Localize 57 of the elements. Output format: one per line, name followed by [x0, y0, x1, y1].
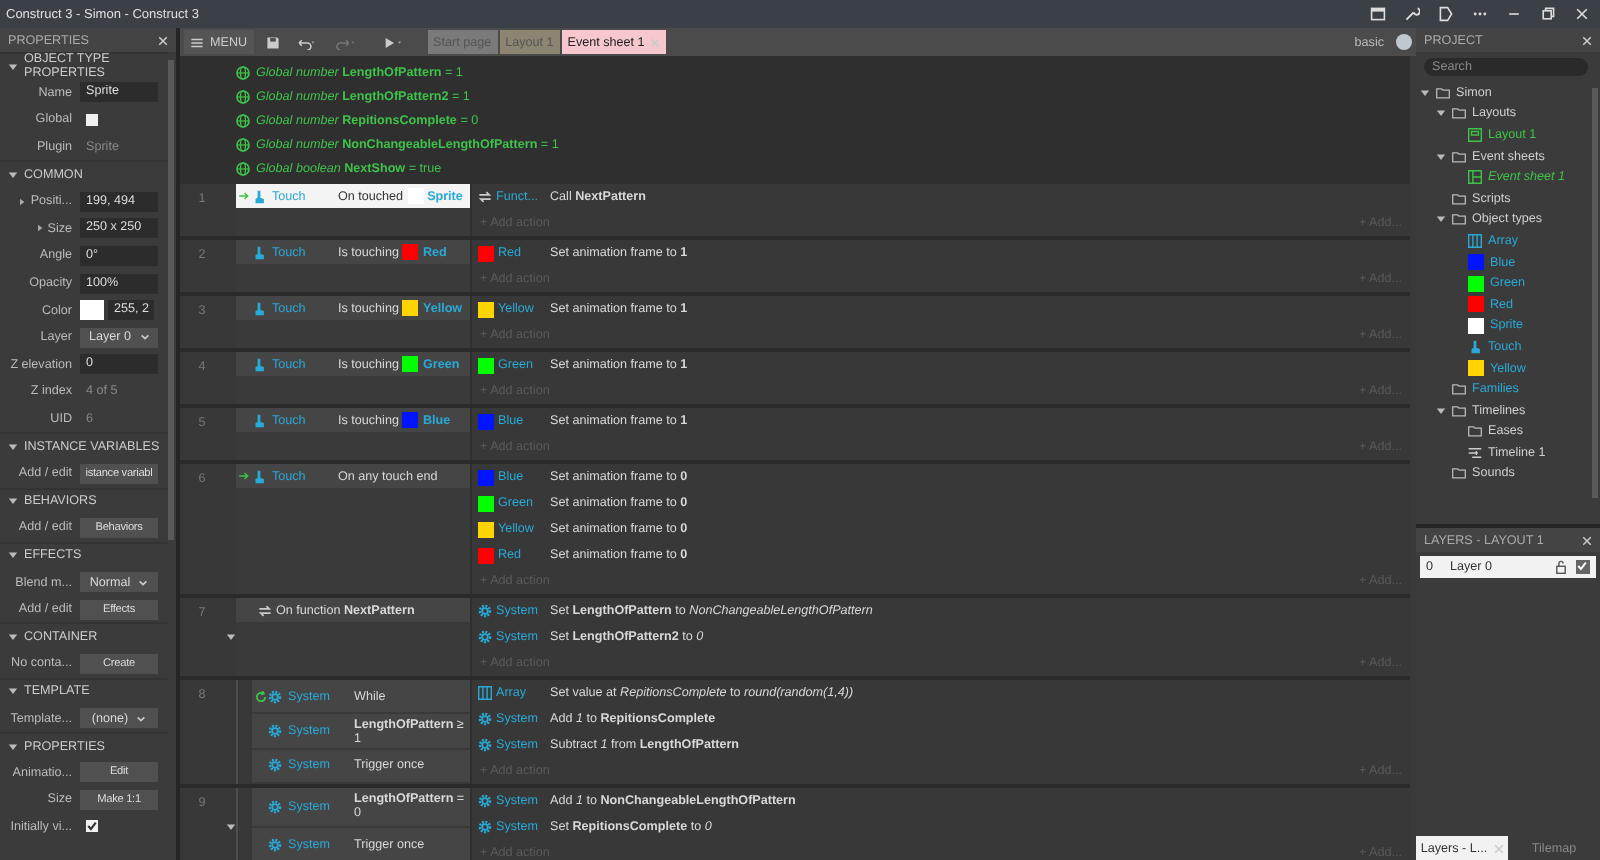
caret-icon: [136, 713, 147, 724]
caret-icon[interactable]: [1436, 151, 1446, 162]
restore-icon[interactable]: [1540, 6, 1556, 22]
trigger-arrow-icon: [238, 470, 250, 482]
globe-icon: [236, 161, 250, 175]
expand-arrow-icon[interactable]: [35, 224, 44, 233]
gear-icon: [268, 799, 282, 814]
caret-icon: [139, 332, 149, 343]
trigger-arrow-icon: [238, 190, 250, 202]
caret-icon[interactable]: [1420, 87, 1430, 98]
panel-icon[interactable]: [1370, 6, 1386, 22]
event-row[interactable]: [180, 680, 1410, 788]
gear-icon: [268, 689, 282, 704]
grid-icon: [1468, 233, 1482, 248]
padlock-icon[interactable]: [1554, 560, 1568, 574]
expand-arrow-icon[interactable]: [18, 197, 27, 206]
timeline-icon: [1468, 445, 1482, 460]
close-icon[interactable]: [1582, 35, 1592, 45]
collapse-arrow-icon[interactable]: [225, 632, 235, 642]
caret-icon[interactable]: [1436, 108, 1446, 119]
pointer-hand-icon: [1468, 339, 1482, 354]
gear-icon: [268, 758, 282, 773]
save-icon[interactable]: [265, 35, 280, 49]
menu-icon: [190, 35, 204, 49]
globe-icon: [236, 113, 250, 127]
checkbox[interactable]: [86, 113, 98, 126]
wrench-icon[interactable]: [1404, 6, 1420, 22]
swap-arrows-icon: [478, 190, 492, 204]
gear-icon: [268, 838, 282, 853]
visibility-checkbox[interactable]: [1576, 560, 1590, 574]
checkbox[interactable]: [86, 820, 98, 833]
collapse-arrow-icon[interactable]: [225, 822, 235, 832]
folder-icon: [1452, 466, 1466, 481]
caret-icon: [138, 577, 149, 588]
pointer-hand-icon: [252, 413, 266, 427]
pointer-hand-icon: [252, 189, 266, 203]
folder-icon: [1452, 149, 1466, 164]
close-icon[interactable]: [1582, 535, 1592, 545]
swap-arrows-icon: [258, 603, 272, 617]
avatar-icon[interactable]: [1396, 34, 1412, 50]
pointer-hand-icon: [252, 469, 266, 483]
caret-icon[interactable]: [1436, 214, 1446, 225]
color-swatch[interactable]: [80, 300, 104, 321]
close-icon[interactable]: [1574, 6, 1590, 22]
caret-icon[interactable]: [1436, 405, 1446, 416]
pointer-hand-icon: [252, 301, 266, 315]
pointer-hand-icon: [252, 245, 266, 259]
globe-icon: [236, 137, 250, 151]
pointer-hand-icon: [252, 357, 266, 371]
globe-icon: [236, 89, 250, 103]
globe-icon: [236, 65, 250, 79]
layout-icon: [1468, 127, 1482, 142]
close-icon[interactable]: [158, 35, 168, 45]
grid-icon: [478, 686, 492, 700]
event-sheet-icon: [1468, 170, 1482, 185]
loop-icon: [253, 689, 267, 704]
gear-icon: [268, 723, 282, 738]
